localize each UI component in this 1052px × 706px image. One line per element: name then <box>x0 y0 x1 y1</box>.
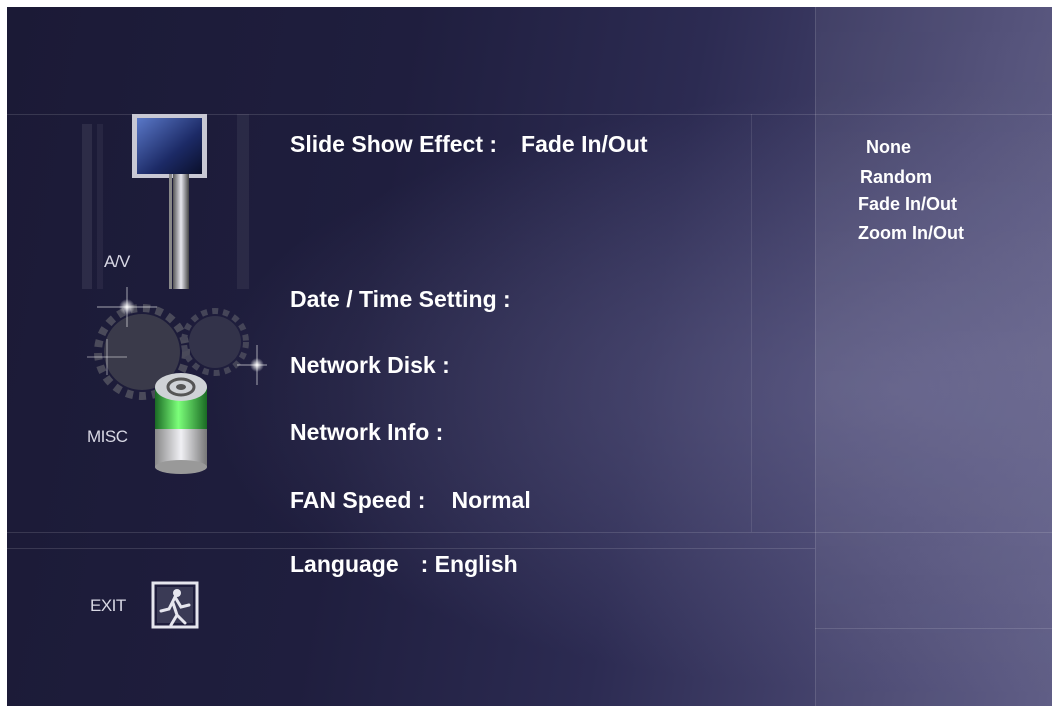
setting-network-info[interactable]: Network Info : <box>290 419 443 446</box>
setting-fan-speed[interactable]: FAN Speed : Normal <box>290 487 531 514</box>
option-none[interactable]: None <box>866 137 911 158</box>
setting-value: Fade In/Out <box>521 131 648 157</box>
setting-value: : English <box>420 551 518 577</box>
misc-menu-item[interactable]: MISC <box>77 287 277 477</box>
option-fade-in-out[interactable]: Fade In/Out <box>858 194 957 215</box>
option-zoom-in-out[interactable]: Zoom In/Out <box>858 223 964 244</box>
setting-label: Date / Time Setting : <box>290 286 511 312</box>
option-random[interactable]: Random <box>860 167 932 188</box>
setting-date-time[interactable]: Date / Time Setting : <box>290 286 511 313</box>
misc-label: MISC <box>87 427 128 446</box>
setting-label: Slide Show Effect : <box>290 131 498 157</box>
setting-slide-show-effect[interactable]: Slide Show Effect : Fade In/Out <box>290 131 648 158</box>
exit-label: EXIT <box>90 596 126 615</box>
setting-label: FAN Speed : <box>290 487 426 513</box>
column-divider <box>751 114 752 532</box>
av-label: A/V <box>104 252 130 271</box>
lower-divider <box>7 548 815 549</box>
exit-door-icon <box>151 581 199 629</box>
settings-screen: A/V MISC EXIT Slide Show Effect: Fade I… <box>7 7 1052 706</box>
exit-button[interactable]: EXIT <box>90 581 210 631</box>
setting-label: Network Info : <box>290 419 444 445</box>
setting-network-disk[interactable]: Network Disk : <box>290 352 450 379</box>
setting-language[interactable]: Language : English <box>290 551 518 578</box>
gear-icon <box>87 287 277 474</box>
setting-value: Normal <box>451 487 531 513</box>
options-panel <box>815 7 1052 706</box>
setting-label: Network Disk : <box>290 352 450 378</box>
av-menu-item[interactable]: A/V <box>77 114 257 289</box>
setting-label: Language <box>290 551 399 577</box>
